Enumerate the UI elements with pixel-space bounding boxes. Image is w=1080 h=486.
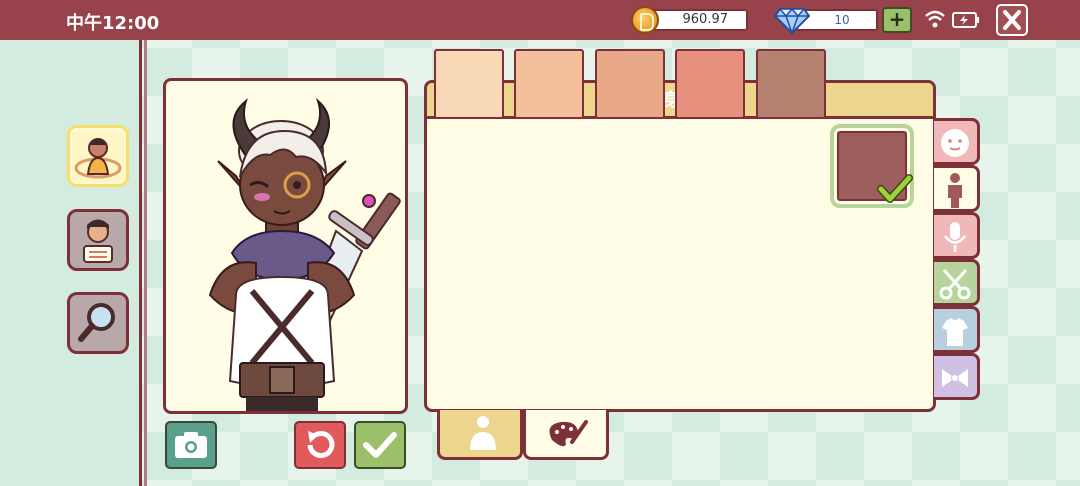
tab-clothes[interactable] bbox=[934, 306, 980, 353]
close-icon bbox=[1003, 10, 1021, 30]
scissors-icon bbox=[939, 268, 971, 300]
color-swatch[interactable] bbox=[514, 49, 584, 119]
character-scroll-icon bbox=[83, 219, 113, 263]
tab-body[interactable] bbox=[934, 165, 980, 212]
character-avatar-icon bbox=[74, 138, 122, 179]
undo-icon bbox=[307, 431, 335, 458]
coin-icon bbox=[631, 6, 659, 34]
character-illustration bbox=[208, 97, 401, 411]
color-swatch[interactable] bbox=[675, 49, 745, 119]
camera-button[interactable] bbox=[165, 421, 217, 469]
shirt-icon bbox=[942, 318, 968, 346]
search-nav[interactable] bbox=[67, 292, 129, 354]
tab-accessories[interactable] bbox=[934, 353, 980, 400]
character-body-nav[interactable] bbox=[67, 125, 129, 187]
close-button[interactable] bbox=[996, 4, 1028, 36]
color-swatch[interactable] bbox=[434, 49, 504, 119]
character-portrait bbox=[163, 78, 408, 414]
clock-time: 中午12:00 bbox=[66, 13, 160, 34]
person-silhouette-icon bbox=[470, 416, 496, 450]
tab-body-shape[interactable] bbox=[437, 410, 523, 460]
gem-icon bbox=[774, 5, 810, 35]
confirm-check-icon bbox=[363, 432, 397, 458]
body-icon bbox=[948, 173, 962, 208]
camera-icon bbox=[175, 432, 207, 458]
palette-icon bbox=[549, 420, 588, 447]
face-icon bbox=[941, 129, 969, 157]
bow-icon bbox=[942, 369, 968, 387]
microphone-icon bbox=[944, 222, 966, 252]
color-panel: 身体 bbox=[424, 80, 936, 412]
tab-face[interactable] bbox=[934, 118, 980, 165]
battery-icon bbox=[952, 12, 980, 28]
magnifier-icon bbox=[78, 303, 115, 342]
color-swatch[interactable] bbox=[756, 49, 826, 119]
status-bar: 中午12:00 960.97 10 + bbox=[0, 0, 1080, 40]
confirm-button[interactable] bbox=[354, 421, 406, 469]
selected-check-icon bbox=[876, 172, 914, 206]
color-swatch[interactable] bbox=[595, 49, 665, 119]
tab-color[interactable] bbox=[523, 410, 609, 460]
tab-hair[interactable] bbox=[934, 259, 980, 306]
tab-voice[interactable] bbox=[934, 212, 980, 259]
wifi-icon bbox=[924, 9, 946, 29]
undo-button[interactable] bbox=[294, 421, 346, 469]
character-profile-nav[interactable] bbox=[67, 209, 129, 271]
coin-balance: 960.97 bbox=[648, 9, 748, 31]
add-gems-button[interactable]: + bbox=[882, 7, 912, 33]
